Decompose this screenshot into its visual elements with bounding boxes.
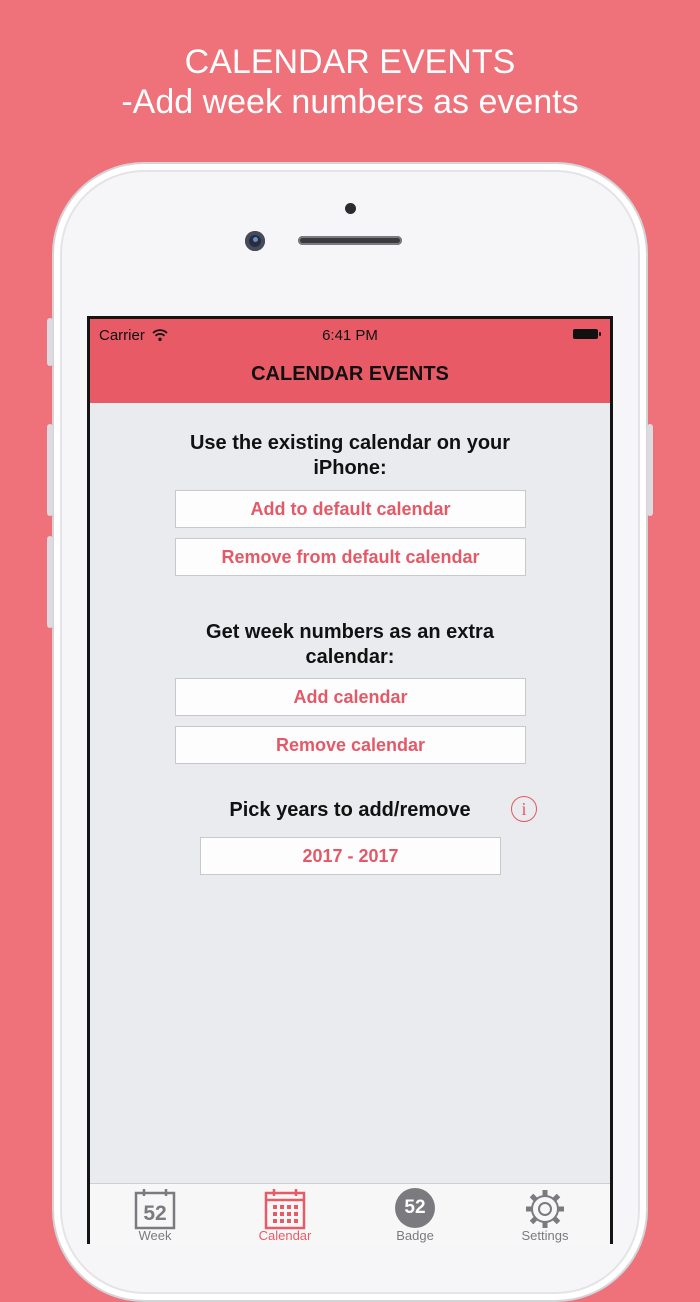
pick-years-heading: Pick years to add/remove	[229, 799, 471, 821]
promo-subtitle: -Add week numbers as events	[121, 83, 579, 121]
extra-calendar-heading-line1: Get week numbers as an extra	[206, 621, 494, 643]
navigation-bar: Carrier 6:41 PM CALENDAR EVENTS	[90, 319, 610, 403]
remove-from-default-calendar-button[interactable]: Remove from default calendar	[175, 538, 526, 576]
tab-week[interactable]: 52 Week	[90, 1184, 220, 1244]
info-icon[interactable]: i	[511, 796, 537, 822]
tab-settings[interactable]: Settings	[480, 1184, 610, 1244]
tab-calendar-label: Calendar	[258, 1228, 312, 1243]
tab-settings-label: Settings	[521, 1228, 569, 1243]
gear-icon	[526, 1190, 564, 1228]
existing-calendar-heading-line2: iPhone:	[313, 457, 387, 479]
tab-badge-label: Badge	[396, 1228, 434, 1243]
tab-badge[interactable]: 52 Badge	[350, 1184, 480, 1244]
existing-calendar-heading-line1: Use the existing calendar on your	[189, 432, 511, 454]
badge-52-icon: 52	[395, 1188, 435, 1228]
year-range-button[interactable]: 2017 - 2017	[200, 837, 501, 875]
tab-week-label: Week	[138, 1228, 172, 1243]
svg-text:52: 52	[143, 1202, 166, 1225]
calendar-grid-icon	[264, 1189, 306, 1230]
volume-down-button	[47, 536, 53, 628]
power-button	[647, 424, 653, 516]
add-calendar-button[interactable]: Add calendar	[175, 678, 526, 716]
add-to-default-calendar-button[interactable]: Add to default calendar	[175, 490, 526, 528]
existing-calendar-heading: Use the existing calendar on your iPhone…	[150, 431, 550, 481]
earpiece-speaker	[298, 236, 402, 245]
tab-bar: 52 Week Calendar 52 Badge Settings	[90, 1183, 610, 1244]
promo-title: CALENDAR EVENTS	[184, 43, 516, 81]
calendar-52-icon: 52	[134, 1189, 176, 1230]
remove-calendar-button[interactable]: Remove calendar	[175, 726, 526, 764]
tab-calendar[interactable]: Calendar	[220, 1184, 350, 1244]
status-time: 6:41 PM	[322, 327, 378, 344]
extra-calendar-heading-line2: calendar:	[305, 646, 395, 668]
mute-switch	[47, 318, 53, 366]
extra-calendar-heading: Get week numbers as an extra calendar:	[150, 620, 550, 670]
battery-icon	[573, 329, 601, 339]
app-screen: Carrier 6:41 PM CALENDAR EVENTS Use the …	[87, 316, 613, 1244]
page-title: CALENDAR EVENTS	[251, 363, 449, 385]
volume-up-button	[47, 424, 53, 516]
front-camera	[245, 231, 265, 251]
front-sensor	[345, 203, 356, 214]
